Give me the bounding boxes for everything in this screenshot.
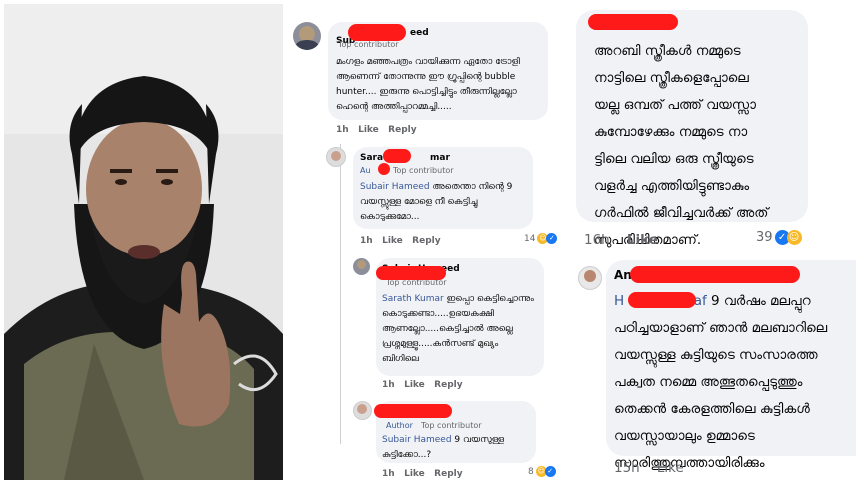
like-link[interactable]: Like (657, 460, 684, 476)
haha-reaction-icon: ☺ (786, 230, 802, 245)
avatar[interactable] (293, 22, 321, 50)
reply-link[interactable]: Reply (434, 380, 462, 390)
mention-link[interactable]: Subair Hameed (360, 182, 430, 192)
comment-text: Subair Hameed 9 വയസുള്ള കുട്ടിക്കോ...? (382, 435, 505, 460)
comment-bubble: An Hkaf 9 വർഷം മലപ്പുറ പഠിച്ചയാളാണ് ഞാൻ … (606, 260, 856, 471)
comment-meta: 15h Like (614, 460, 684, 476)
photo-panel (4, 4, 283, 480)
like-link[interactable]: Like (382, 236, 403, 246)
timestamp: 1h (382, 469, 395, 479)
top-contributor-badge: Top contributor (393, 166, 454, 175)
reply-link[interactable]: Reply (434, 469, 462, 479)
comment-author-tail: eed (410, 28, 429, 38)
comment-meta: 1h Like Reply (382, 469, 463, 479)
comment-text: Subair Hameed അതെന്താ നിന്റെ 9 വയസ്സുള്ള… (360, 182, 513, 222)
like-link[interactable]: Like (627, 232, 658, 248)
comment-author-tail: mar (430, 153, 450, 163)
redaction-mark (383, 149, 411, 163)
comment-meta: 16h Like (584, 232, 658, 248)
comment-thread-small: Sub eed Top contributor മംഗളം മഞ്ഞപത്രം … (288, 4, 573, 480)
mention-link[interactable]: Sarath Kumar (382, 294, 444, 304)
like-link[interactable]: Like (358, 125, 379, 135)
redaction-mark (376, 266, 446, 280)
like-link[interactable]: Like (404, 469, 425, 479)
redaction-mark (348, 24, 406, 41)
reply-link[interactable]: Reply (388, 125, 416, 135)
comment-thread-large: അറബി സ്ത്രീകൾ നമ്മുടെ നാട്ടിലെ സ്ത്രീകളെ… (574, 4, 856, 480)
like-link[interactable]: Like (404, 380, 425, 390)
author-badge: Author (386, 421, 413, 430)
redaction-mark (628, 292, 696, 308)
avatar[interactable] (326, 147, 346, 167)
avatar[interactable] (578, 266, 602, 290)
avatar[interactable] (353, 258, 370, 275)
timestamp: 16h (584, 232, 610, 248)
top-contributor-badge: Top contributor (421, 421, 482, 430)
comment-meta: 1h Like Reply (360, 236, 441, 246)
avatar[interactable] (353, 401, 372, 420)
comment-text: Sarath Kumar ഇപ്പൊ കെട്ടിച്ചൊന്നും കൊടുക… (382, 294, 534, 364)
reaction-count[interactable]: 14 ☺ ✓ (524, 233, 558, 244)
person-photo (4, 4, 283, 480)
redaction-mark (374, 404, 452, 418)
redaction-mark (630, 266, 800, 283)
timestamp: 1h (382, 380, 395, 390)
timestamp: 1h (336, 125, 349, 135)
author-badge: Au (360, 166, 371, 175)
redaction-mark (588, 14, 678, 30)
comment-text: Hkaf 9 വർഷം മലപ്പുറ പഠിച്ചയാളാണ് ഞാൻ മലബ… (614, 293, 828, 471)
like-reaction-icon: ✓ (544, 466, 556, 477)
comment-author[interactable]: Sara (360, 153, 383, 163)
comment-meta: 1h Like Reply (382, 380, 463, 390)
redaction-mark (378, 163, 390, 175)
mention-link[interactable]: Subair Hameed (382, 435, 452, 445)
comment-bubble: Sara mar Au Top contributor Subair Hamee… (353, 147, 533, 229)
timestamp: 1h (360, 236, 373, 246)
comment-meta: 1h Like Reply (336, 125, 417, 135)
reaction-count[interactable]: 39 ✓ ☺ (756, 230, 802, 245)
comment-text: അറബി സ്ത്രീകൾ നമ്മുടെ നാട്ടിലെ സ്ത്രീകളെ… (594, 43, 769, 248)
top-contributor-badge: Top contributor (338, 40, 399, 49)
like-reaction-icon: ✓ (546, 233, 558, 244)
comment-text: മംഗളം മഞ്ഞപത്രം വായിക്കുന്ന ഏതോ ട്രോളി ആ… (336, 57, 520, 112)
reply-link[interactable]: Reply (412, 236, 440, 246)
thread-line (340, 144, 341, 444)
timestamp: 15h (614, 460, 640, 476)
mention-link[interactable]: H (614, 293, 624, 309)
comment-bubble: അറബി സ്ത്രീകൾ നമ്മുടെ നാട്ടിലെ സ്ത്രീകളെ… (576, 10, 808, 248)
reaction-count[interactable]: 8 ☺ ✓ (528, 466, 556, 477)
